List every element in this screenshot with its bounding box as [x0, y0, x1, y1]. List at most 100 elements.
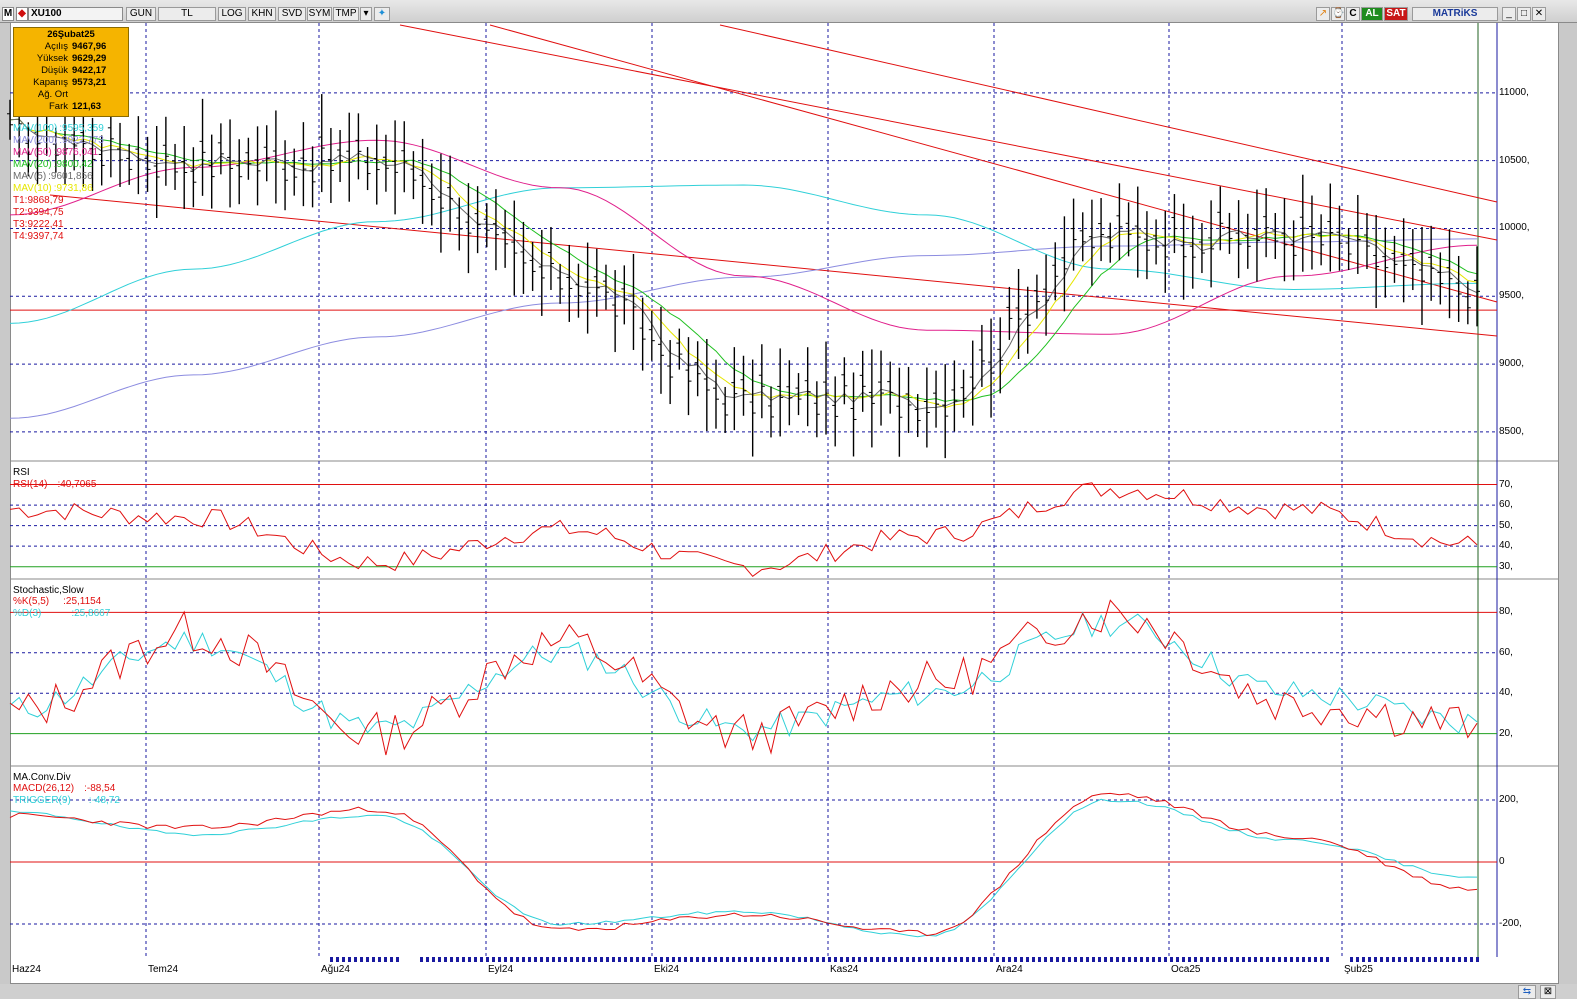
volume-tick	[1164, 957, 1167, 962]
volume-tick	[648, 957, 651, 962]
volume-tick	[360, 957, 363, 962]
trigger-value: :-48,72	[88, 795, 120, 806]
axis-label: 40,	[1499, 540, 1513, 552]
volume-tick	[906, 957, 909, 962]
info-label: Açılış	[44, 41, 68, 52]
volume-tick	[660, 957, 663, 962]
axis-label: 40,	[1499, 687, 1513, 699]
volume-tick	[1002, 957, 1005, 962]
volume-tick	[1320, 957, 1323, 962]
volume-tick	[870, 957, 873, 962]
volume-tick	[516, 957, 519, 962]
macd-value: :-88,54	[84, 783, 116, 794]
legend-value: :9922,773	[59, 135, 104, 146]
volume-tick	[1158, 957, 1161, 962]
volume-tick	[726, 957, 729, 962]
info-value: 9422,17	[72, 65, 107, 76]
volume-tick	[1314, 957, 1317, 962]
info-row-avg: Ağ. Ort	[14, 89, 128, 101]
volume-tick	[1050, 957, 1053, 962]
volume-tick	[804, 957, 807, 962]
volume-tick	[678, 957, 681, 962]
volume-tick	[942, 957, 945, 962]
info-row-low: Düşük 9422,17	[14, 65, 128, 77]
volume-tick	[1362, 957, 1365, 962]
axis-label: 60,	[1499, 646, 1513, 658]
chart-settings-icon[interactable]: ⇆	[1518, 985, 1536, 999]
info-date: 26Şubat25	[47, 29, 95, 40]
volume-tick	[912, 957, 915, 962]
rsi-title: RSI	[13, 467, 30, 478]
legend-label: T1:9868,79	[13, 195, 64, 206]
volume-tick	[1026, 957, 1029, 962]
volume-tick	[918, 957, 921, 962]
legend-value: :9800,42	[53, 159, 93, 170]
volume-tick	[1428, 957, 1431, 962]
volume-tick	[1182, 957, 1185, 962]
rsi-value: :40,7065	[57, 479, 97, 490]
volume-tick	[348, 957, 351, 962]
legend-value: :9601,856	[48, 171, 93, 182]
volume-tick	[930, 957, 933, 962]
legend-item: MAV(10):9731,86	[13, 183, 93, 195]
volume-tick	[1110, 957, 1113, 962]
volume-tick	[1146, 957, 1149, 962]
volume-tick	[900, 957, 903, 962]
legend-label: T3:9222,41	[13, 219, 64, 230]
volume-tick	[774, 957, 777, 962]
date-label: Tem24	[148, 964, 179, 975]
volume-tick	[768, 957, 771, 962]
rsi-label: RSI(14):40,7065	[13, 479, 96, 491]
volume-tick	[1230, 957, 1233, 962]
legend-item: T4:9397,74	[13, 231, 64, 243]
volume-tick	[1152, 957, 1155, 962]
volume-tick	[1254, 957, 1257, 962]
legend-item: T3:9222,41	[13, 219, 64, 231]
volume-tick	[546, 957, 549, 962]
stoch-k-line	[9, 599, 1478, 756]
info-label: Yüksek	[36, 53, 68, 64]
chart-svg[interactable]	[0, 0, 1577, 999]
stoch-d-value: :25,8667	[71, 608, 111, 619]
scroll-lock-icon[interactable]: ⊠	[1540, 985, 1556, 999]
volume-tick	[1212, 957, 1215, 962]
volume-tick	[996, 957, 999, 962]
volume-tick	[1464, 957, 1467, 962]
axis-label: 9500,	[1499, 290, 1525, 302]
volume-tick	[582, 957, 585, 962]
volume-tick	[1272, 957, 1275, 962]
legend-value: :9876,041	[53, 147, 99, 158]
volume-tick	[1116, 957, 1119, 962]
macd-label-text: MACD(26,12)	[13, 783, 75, 794]
volume-tick	[708, 957, 711, 962]
reference-lines	[10, 24, 1498, 863]
volume-tick	[1260, 957, 1263, 962]
volume-tick	[1422, 957, 1425, 962]
volume-tick	[1266, 957, 1269, 962]
volume-tick	[1014, 957, 1017, 962]
info-value: 121,63	[72, 101, 102, 112]
volume-tick	[600, 957, 603, 962]
volume-tick	[558, 957, 561, 962]
info-value: 9573,21	[72, 77, 107, 88]
volume-tick	[1356, 957, 1359, 962]
info-row-high: Yüksek 9629,29	[14, 53, 128, 65]
volume-tick	[528, 957, 531, 962]
trend-line	[49, 194, 1498, 337]
volume-tick	[1476, 957, 1479, 962]
stoch-k-value: :25,1154	[63, 596, 102, 607]
volume-tick	[960, 957, 963, 962]
legend-label: MAV(5)	[13, 171, 47, 182]
volume-tick	[1248, 957, 1251, 962]
volume-tick	[1434, 957, 1437, 962]
volume-tick	[864, 957, 867, 962]
volume-tick	[510, 957, 513, 962]
volume-tick	[684, 957, 687, 962]
volume-tick	[552, 957, 555, 962]
legend-label: MAV(200)	[13, 135, 58, 146]
volume-tick	[654, 957, 657, 962]
price-info-box: 26Şubat25 Açılış 9467,96 Yüksek 9629,29 Dü…	[13, 27, 129, 117]
legend-item: MAV(20):9800,42	[13, 159, 93, 171]
volume-tick	[492, 957, 495, 962]
volume-tick	[1098, 957, 1101, 962]
